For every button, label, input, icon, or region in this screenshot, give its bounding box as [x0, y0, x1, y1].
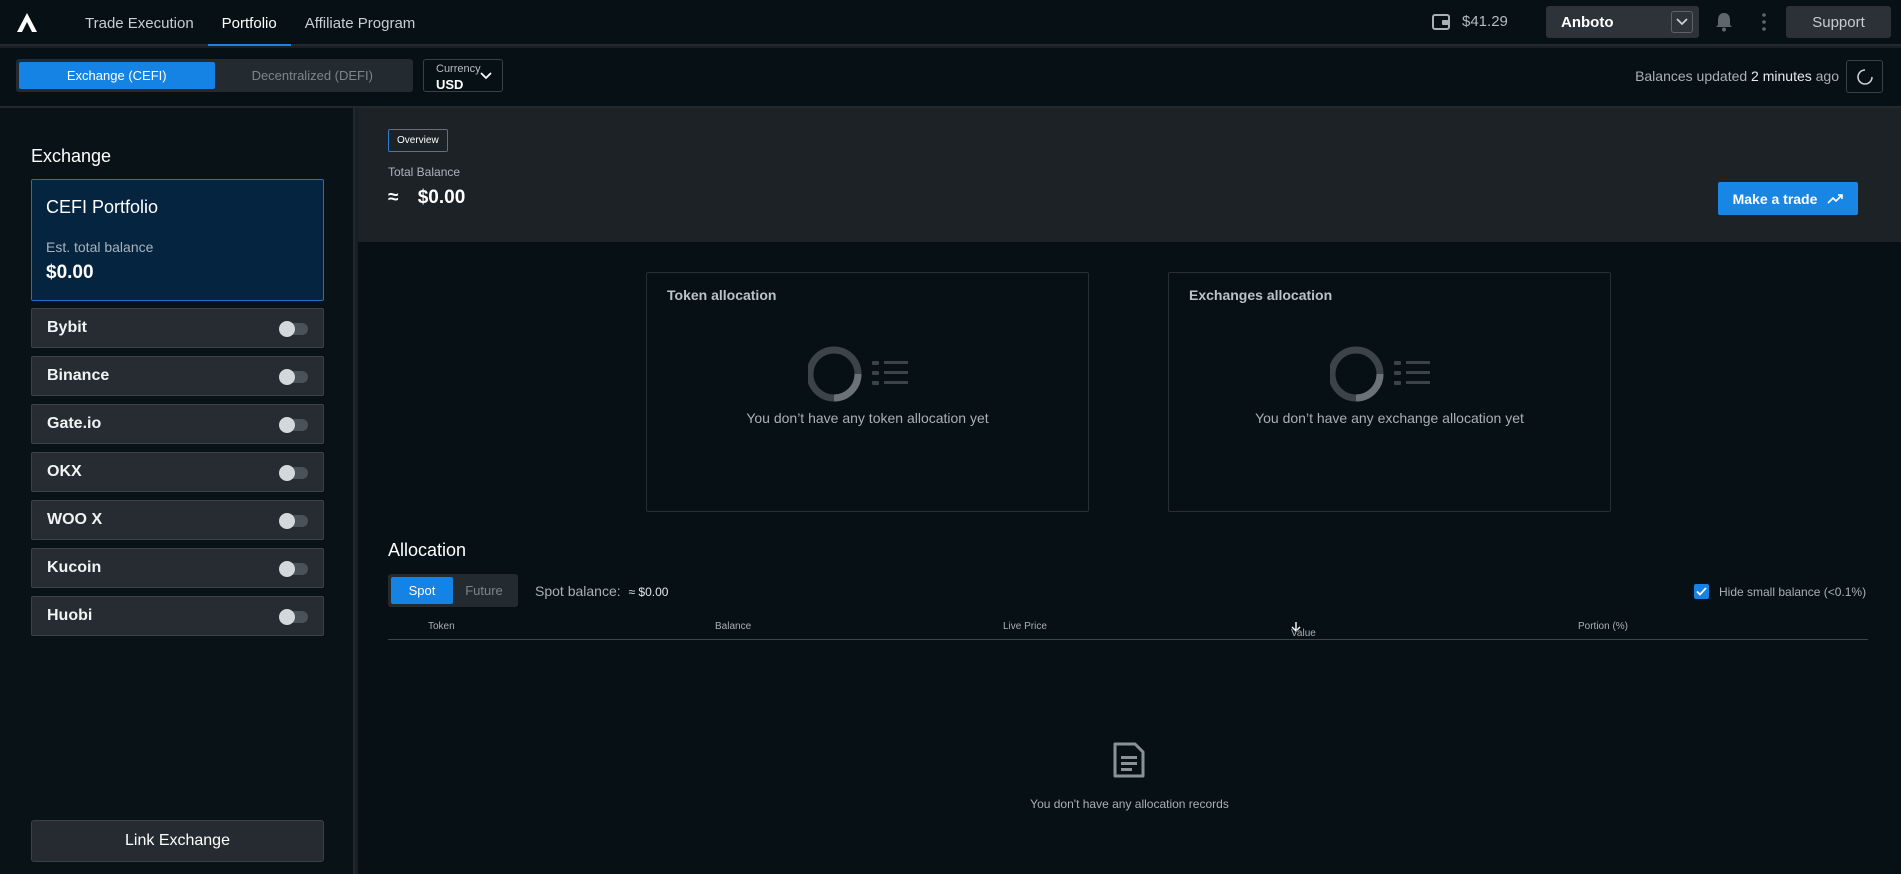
nav-affiliate-program[interactable]: Affiliate Program	[291, 0, 430, 46]
column-live-price[interactable]: Live Price	[1003, 621, 1047, 632]
exchange-item-woox[interactable]: WOO X	[31, 500, 324, 540]
hide-small-balance-label: Hide small balance (<0.1%)	[1719, 584, 1867, 599]
exchange-label: Binance	[47, 367, 110, 384]
currency-select[interactable]: Currency USD	[423, 59, 503, 92]
overview-header: Overview Total Balance ≈ $0.00 Make a tr…	[358, 108, 1901, 242]
exchange-item-binance[interactable]: Binance	[31, 356, 324, 396]
allocation-title: Allocation	[388, 540, 467, 560]
more-vertical-icon[interactable]	[1758, 12, 1770, 32]
nav-trade-execution[interactable]: Trade Execution	[70, 0, 208, 46]
portfolio-main: Overview Total Balance ≈ $0.00 Make a tr…	[358, 108, 1901, 874]
exchange-toggle[interactable]	[279, 465, 308, 481]
hide-small-balance-checkbox[interactable]	[1694, 584, 1709, 599]
spot-balance-value: ≈ $0.00	[628, 585, 669, 599]
refresh-icon	[1856, 68, 1873, 85]
exchange-list: Bybit Binance Gate.io OKX WOO X Kucoin H…	[31, 308, 324, 644]
exchange-label: Bybit	[47, 319, 87, 336]
exchange-label: WOO X	[47, 511, 103, 528]
portfolio-toolbar: Exchange (CEFI) Decentralized (DEFI) Cur…	[0, 48, 1901, 108]
token-allocation-title: Token allocation	[667, 287, 777, 303]
column-value-label: Value	[1291, 628, 1316, 639]
updated-suffix: ago	[1815, 68, 1839, 84]
link-exchange-button[interactable]: Link Exchange	[31, 820, 324, 862]
tab-future[interactable]: Future	[453, 577, 515, 604]
chevron-down-icon[interactable]	[1671, 11, 1693, 33]
column-portion[interactable]: Portion (%)	[1578, 621, 1628, 632]
app-logo-icon[interactable]	[16, 12, 38, 34]
allocation-table-header: Token Balance Live Price Value Portion (…	[388, 614, 1868, 640]
currency-value: USD	[436, 77, 464, 92]
portfolio-card-subtitle: Est. total balance	[46, 239, 154, 255]
exchange-item-kucoin[interactable]: Kucoin	[31, 548, 324, 588]
total-balance-amount: $0.00	[417, 187, 466, 208]
exchange-toggle[interactable]	[279, 417, 308, 433]
check-icon	[1696, 587, 1707, 596]
hide-small-balance-option[interactable]: Hide small balance (<0.1%)	[1694, 584, 1866, 599]
document-icon	[1113, 742, 1145, 778]
balances-updated-status: Balances updated 2 minutes ago	[1635, 68, 1839, 84]
column-token[interactable]: Token	[428, 621, 455, 632]
token-allocation-empty-message: You don’t have any token allocation yet	[746, 410, 989, 426]
exchange-item-gateio[interactable]: Gate.io	[31, 404, 324, 444]
spot-balance: Spot balance: ≈ $0.00	[535, 583, 668, 599]
exchanges-allocation-card: Exchanges allocation You don’t have any …	[1168, 272, 1611, 512]
donut-chart-empty-icon	[1330, 346, 1430, 402]
spot-balance-label: Spot balance:	[535, 583, 621, 599]
exchange-label: Gate.io	[47, 415, 102, 432]
updated-time: 2 minutes	[1751, 68, 1812, 84]
support-button[interactable]: Support	[1786, 6, 1891, 38]
allocation-empty-message: You don't have any allocation records	[1030, 797, 1229, 811]
portfolio-type-segment: Exchange (CEFI) Decentralized (DEFI)	[16, 59, 413, 92]
currency-label: Currency	[436, 63, 481, 75]
overview-tag: Overview	[388, 129, 448, 152]
wallet-balance[interactable]: $41.29	[1432, 13, 1508, 30]
wallet-icon	[1432, 13, 1450, 30]
column-balance[interactable]: Balance	[715, 621, 751, 632]
portfolio-card-value: $0.00	[46, 262, 94, 283]
portfolio-card-title: CEFI Portfolio	[46, 197, 159, 217]
total-balance-value: ≈ $0.00	[388, 187, 465, 209]
user-name: Anboto	[1561, 13, 1614, 31]
make-a-trade-button[interactable]: Make a trade	[1718, 182, 1858, 215]
chevron-down-icon	[480, 72, 492, 80]
segment-defi[interactable]: Decentralized (DEFI)	[215, 62, 411, 89]
exchange-toggle[interactable]	[279, 561, 308, 577]
exchange-item-bybit[interactable]: Bybit	[31, 308, 324, 348]
bell-icon[interactable]	[1715, 12, 1733, 32]
approx-symbol: ≈	[388, 187, 399, 208]
refresh-button[interactable]	[1846, 60, 1883, 93]
exchanges-allocation-title: Exchanges allocation	[1189, 287, 1333, 303]
exchange-item-huobi[interactable]: Huobi	[31, 596, 324, 636]
column-value[interactable]: Value	[1291, 621, 1316, 639]
allocation-tabs: Spot Future	[388, 574, 518, 607]
sidebar-title: Exchange	[31, 146, 112, 166]
top-navbar: Trade Execution Portfolio Affiliate Prog…	[0, 0, 1901, 46]
exchanges-allocation-empty-message: You don’t have any exchange allocation y…	[1255, 410, 1524, 426]
exchange-label: Kucoin	[47, 559, 102, 576]
exchange-label: OKX	[47, 463, 82, 480]
updated-prefix: Balances updated	[1635, 68, 1748, 84]
main-nav: Trade Execution Portfolio Affiliate Prog…	[70, 0, 429, 46]
exchange-item-okx[interactable]: OKX	[31, 452, 324, 492]
token-allocation-card: Token allocation You don’t have any toke…	[646, 272, 1089, 512]
tab-spot[interactable]: Spot	[391, 577, 453, 604]
exchange-toggle[interactable]	[279, 513, 308, 529]
wallet-balance-value: $41.29	[1462, 13, 1508, 30]
exchange-toggle[interactable]	[279, 369, 308, 385]
exchange-label: Huobi	[47, 607, 93, 624]
make-a-trade-label: Make a trade	[1732, 190, 1818, 207]
nav-portfolio[interactable]: Portfolio	[207, 0, 291, 46]
total-balance-label: Total Balance	[388, 165, 461, 179]
exchange-toggle[interactable]	[279, 609, 308, 625]
donut-chart-empty-icon	[808, 346, 908, 402]
cefi-portfolio-card[interactable]: CEFI Portfolio Est. total balance $0.00	[31, 179, 324, 301]
exchange-sidebar: Exchange CEFI Portfolio Est. total balan…	[0, 108, 355, 874]
trending-up-icon	[1827, 193, 1844, 204]
user-select[interactable]: Anboto	[1546, 6, 1699, 38]
segment-cefi[interactable]: Exchange (CEFI)	[19, 62, 215, 89]
exchange-toggle[interactable]	[279, 321, 308, 337]
